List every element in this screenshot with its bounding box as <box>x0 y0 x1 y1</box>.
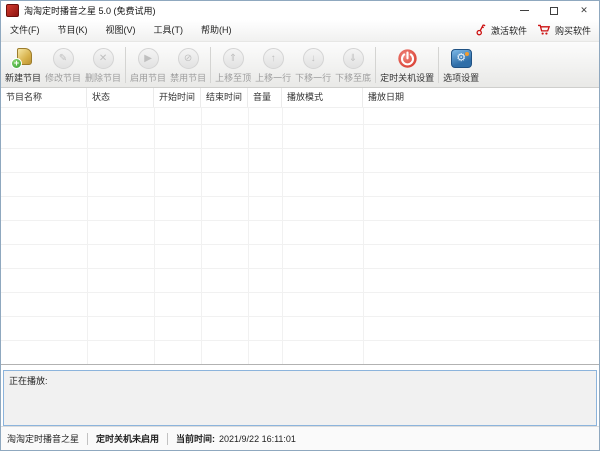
column-header-program-name[interactable]: 节目名称 <box>1 88 87 107</box>
program-list-body[interactable] <box>1 108 599 364</box>
column-header-end-time[interactable]: 结束时间 <box>201 88 248 107</box>
menu-tools[interactable]: 工具(T) <box>145 20 193 41</box>
toolbar-button-label: 修改节目 <box>45 72 82 83</box>
activate-software-link[interactable]: 激活软件 <box>475 23 527 38</box>
maximize-button[interactable] <box>539 1 569 20</box>
window-title: 淘淘定时播音之星 5.0 (免费试用) <box>24 6 156 16</box>
close-icon: ✕ <box>580 5 588 15</box>
buy-software-link[interactable]: 购买软件 <box>537 23 591 38</box>
close-button[interactable]: ✕ <box>569 1 599 20</box>
column-header-status[interactable]: 状态 <box>87 88 154 107</box>
toolbar-button-label: 选项设置 <box>443 72 480 83</box>
new-program-icon: + <box>11 47 35 70</box>
status-bar: 淘淘定时播音之星 定时关机未启用 当前时间: 2021/9/22 16:11:0… <box>1 426 599 450</box>
status-app-name: 淘淘定时播音之星 <box>7 434 80 444</box>
toolbar-button-disable-program[interactable]: ⊘ 禁用节目 <box>168 44 208 86</box>
status-time-label: 当前时间: <box>176 434 216 444</box>
activate-software-label: 激活软件 <box>490 26 527 36</box>
toolbar-button-label: 新建节目 <box>5 72 42 83</box>
program-list-header: 节目名称 状态 开始时间 结束时间 音量 播放模式 播放日期 <box>1 88 599 108</box>
menu-file[interactable]: 文件(F) <box>1 20 49 41</box>
move-bottom-icon: ⇓ <box>342 47 364 70</box>
column-header-volume[interactable]: 音量 <box>248 88 282 107</box>
toolbar-button-enable-program[interactable]: ▶ 启用节目 <box>128 44 168 86</box>
move-down-icon: ↓ <box>302 47 324 70</box>
grid-line <box>154 108 155 364</box>
buy-software-label: 购买软件 <box>554 26 591 36</box>
enable-program-icon: ▶ <box>137 47 159 70</box>
toolbar-button-label: 下移一行 <box>295 72 332 83</box>
minimize-icon <box>519 10 529 11</box>
move-top-icon: ⇑ <box>222 47 244 70</box>
window-controls: ✕ <box>509 1 599 20</box>
grid-line <box>282 108 283 364</box>
column-header-play-mode[interactable]: 播放模式 <box>282 88 363 107</box>
cart-icon <box>537 23 551 38</box>
toolbar-button-label: 下移至底 <box>335 72 372 83</box>
toolbar-button-move-top[interactable]: ⇑ 上移至顶 <box>213 44 253 86</box>
status-separator <box>87 432 89 445</box>
grid-line <box>363 108 364 364</box>
toolbar-button-label: 上移一行 <box>255 72 292 83</box>
options-icon: ⚙ <box>450 47 472 70</box>
toolbar-separator <box>438 47 440 83</box>
menu-program[interactable]: 节目(K) <box>49 20 97 41</box>
toolbar: + 新建节目 ✎ 修改节目 ✕ 删除节目 ▶ 启用节目 ⊘ 禁用节目 ⇑ 上移至… <box>1 42 599 88</box>
toolbar-button-label: 删除节目 <box>85 72 122 83</box>
now-playing-label: 正在播放: <box>9 376 48 386</box>
power-icon <box>397 47 418 70</box>
edit-program-icon: ✎ <box>52 47 74 70</box>
title-bar: 淘淘定时播音之星 5.0 (免费试用) ✕ <box>1 1 599 20</box>
toolbar-button-new-program[interactable]: + 新建节目 <box>3 44 43 86</box>
menu-help[interactable]: 帮助(H) <box>192 20 241 41</box>
menu-view[interactable]: 视图(V) <box>97 20 145 41</box>
toolbar-button-options-settings[interactable]: ⚙ 选项设置 <box>441 44 481 86</box>
move-up-icon: ↑ <box>262 47 284 70</box>
now-playing-panel: 正在播放: <box>3 370 597 426</box>
status-separator <box>167 432 169 445</box>
toolbar-button-label: 启用节目 <box>130 72 167 83</box>
disable-program-icon: ⊘ <box>177 47 199 70</box>
toolbar-button-shutdown-settings[interactable]: 定时关机设置 <box>378 44 436 86</box>
toolbar-separator <box>125 47 127 83</box>
app-icon <box>6 4 19 17</box>
key-icon <box>475 23 487 38</box>
column-header-start-time[interactable]: 开始时间 <box>154 88 201 107</box>
toolbar-separator <box>375 47 377 83</box>
toolbar-button-move-down[interactable]: ↓ 下移一行 <box>293 44 333 86</box>
status-time-value: 2021/9/22 16:11:01 <box>219 433 296 444</box>
toolbar-separator <box>210 47 212 83</box>
toolbar-button-edit-program[interactable]: ✎ 修改节目 <box>43 44 83 86</box>
menu-bar: 文件(F) 节目(K) 视图(V) 工具(T) 帮助(H) 激活软件 购买软件 <box>1 20 599 42</box>
toolbar-button-move-up[interactable]: ↑ 上移一行 <box>253 44 293 86</box>
status-shutdown: 定时关机未启用 <box>96 434 160 444</box>
toolbar-button-label: 定时关机设置 <box>380 72 435 83</box>
maximize-icon <box>550 6 558 15</box>
column-header-play-date[interactable]: 播放日期 <box>363 88 599 107</box>
toolbar-button-label: 禁用节目 <box>170 72 207 83</box>
grid-line <box>248 108 249 364</box>
toolbar-button-move-bottom[interactable]: ⇓ 下移至底 <box>333 44 373 86</box>
grid-line <box>87 108 88 364</box>
app-window: 淘淘定时播音之星 5.0 (免费试用) ✕ 文件(F) 节目(K) 视图(V) … <box>0 0 600 451</box>
minimize-button[interactable] <box>509 1 539 20</box>
menu-right-links: 激活软件 购买软件 <box>475 23 599 38</box>
delete-program-icon: ✕ <box>92 47 114 70</box>
toolbar-button-label: 上移至顶 <box>215 72 252 83</box>
grid-line <box>201 108 202 364</box>
toolbar-button-delete-program[interactable]: ✕ 删除节目 <box>83 44 123 86</box>
